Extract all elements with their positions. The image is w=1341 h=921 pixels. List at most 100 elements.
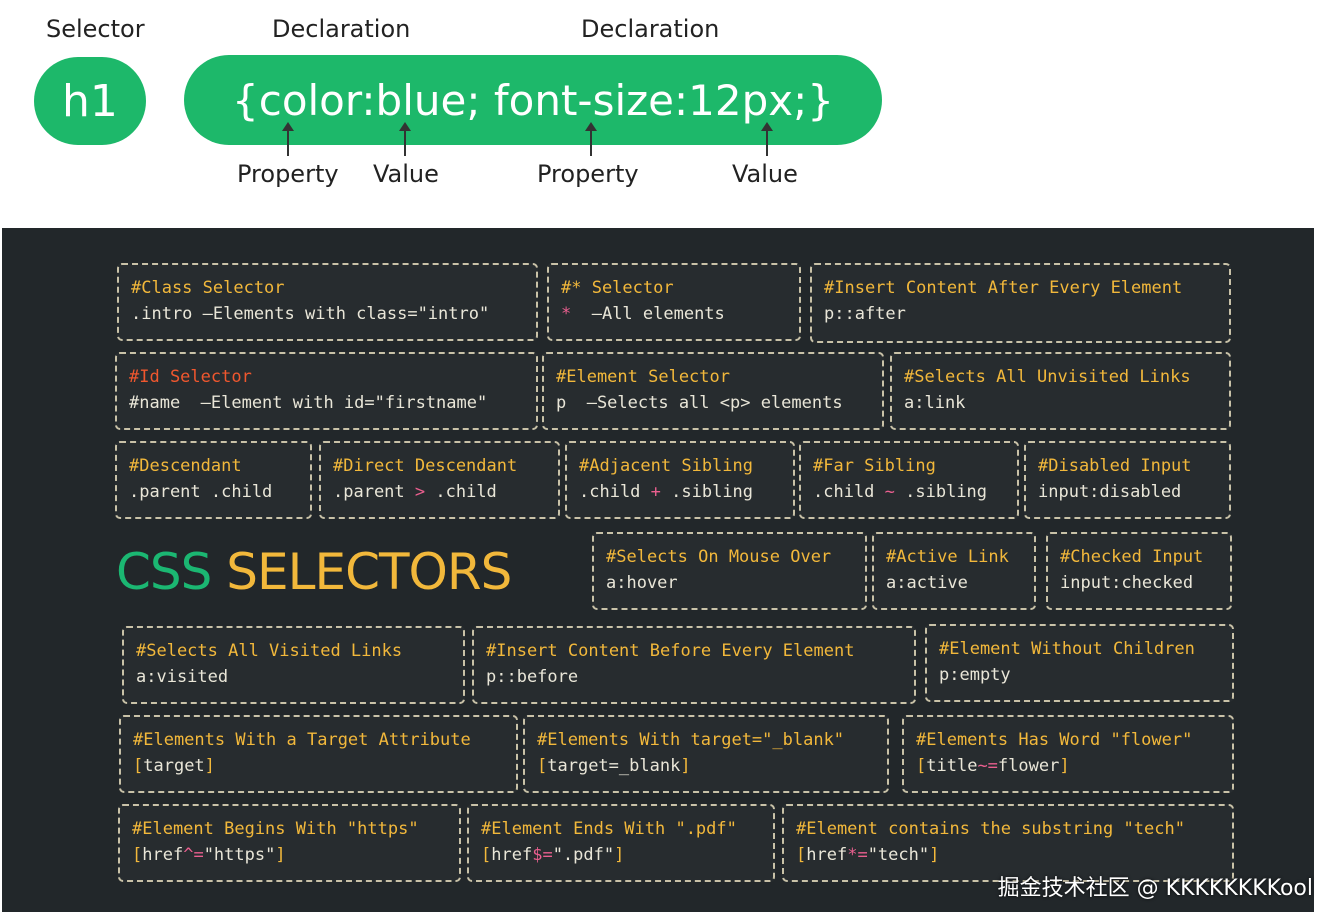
css-selectors-title: CSS SELECTORS	[116, 543, 512, 601]
card-title: #Elements With a Target Attribute	[133, 730, 471, 750]
code-text: "https"	[203, 845, 276, 865]
card-universal-selector: #* Selector * –All elements	[547, 263, 801, 341]
watermark: 掘金技术社区 @ KKKKKKKKool	[997, 876, 1313, 901]
card-code: input:disabled	[1038, 482, 1182, 502]
card-title: #Direct Descendant	[333, 456, 518, 476]
code-symbol: *=	[847, 845, 868, 865]
card-code: * –All elements	[561, 301, 787, 327]
css-selectors-cheatsheet: #Class Selector .intro –Elements with cl…	[2, 228, 1314, 912]
code-bracket: [	[537, 756, 548, 776]
value-arrow-1	[399, 122, 411, 156]
property-arrow-2	[585, 122, 597, 156]
card-title: #Elements With target="_blank"	[537, 730, 845, 750]
card-code: [href^="https"]	[132, 842, 447, 868]
code-symbol: *	[561, 304, 572, 324]
card-title: #Disabled Input	[1038, 456, 1192, 476]
card-ends-with: #Element Ends With ".pdf" [href$=".pdf"]	[467, 804, 775, 882]
card-title: #Active Link	[886, 547, 1009, 567]
code-bracket: ]	[275, 845, 286, 865]
code-bracket: ]	[1059, 756, 1070, 776]
card-descendant: #Descendant .parent .child	[115, 441, 312, 519]
card-code: [href$=".pdf"]	[481, 842, 761, 868]
card-code: [target]	[133, 753, 504, 779]
code-text: .child	[813, 482, 885, 502]
card-code: #name –Element with id="firstname"	[129, 393, 488, 413]
card-code: a:link	[904, 393, 966, 413]
card-title: #Elements Has Word "flower"	[916, 730, 1193, 750]
card-title: #Insert Content Before Every Element	[486, 641, 855, 661]
code-bracket: [	[916, 756, 927, 776]
card-code: p:empty	[939, 665, 1011, 685]
card-title: #Selects All Unvisited Links	[904, 367, 1191, 387]
code-bracket: [	[132, 845, 143, 865]
selector-label: Selector	[46, 15, 145, 43]
card-title: #* Selector	[561, 278, 674, 298]
code-text: .sibling	[660, 482, 754, 502]
card-title: #Far Sibling	[813, 456, 936, 476]
code-bracket: ]	[929, 845, 940, 865]
card-target-attribute: #Elements With a Target Attribute [targe…	[119, 715, 518, 793]
code-symbol: ^=	[183, 845, 204, 865]
code-text: href	[806, 845, 848, 865]
card-class-selector: #Class Selector .intro –Elements with cl…	[117, 263, 538, 341]
code-symbol: ~	[884, 482, 895, 502]
code-text: target=_blank	[547, 756, 681, 776]
card-code: .child + .sibling	[579, 479, 781, 505]
card-adjacent-sibling: #Adjacent Sibling .child + .sibling	[565, 441, 795, 519]
card-far-sibling: #Far Sibling .child ~ .sibling	[799, 441, 1019, 519]
card-code: p –Selects all <p> elements	[556, 393, 843, 413]
card-title: #Insert Content After Every Element	[824, 278, 1183, 298]
card-title: #Element contains the substring "tech"	[796, 819, 1185, 839]
card-active-pseudo: #Active Link a:active	[872, 532, 1036, 610]
code-text: target	[143, 756, 205, 776]
code-text: href	[142, 845, 184, 865]
card-target-blank: #Elements With target="_blank" [target=_…	[523, 715, 889, 793]
card-direct-descendant: #Direct Descendant .parent > .child	[319, 441, 560, 519]
card-code: a:hover	[606, 573, 678, 593]
card-code: [href*="tech"]	[796, 842, 1220, 868]
card-title: #Id Selector	[129, 367, 252, 387]
card-code: .parent > .child	[333, 479, 546, 505]
property-label-1: Property	[237, 160, 339, 188]
property-label-2: Property	[537, 160, 639, 188]
card-empty-pseudo: #Element Without Children p:empty	[925, 624, 1234, 702]
card-title: #Descendant	[129, 456, 242, 476]
card-code: p::after	[824, 304, 906, 324]
code-text: .sibling	[894, 482, 988, 502]
card-code: a:active	[886, 573, 968, 593]
code-text: .child	[425, 482, 497, 502]
card-title: #Checked Input	[1060, 547, 1204, 567]
card-code: a:visited	[136, 667, 229, 687]
code-text: href	[491, 845, 533, 865]
title-selectors: SELECTORS	[226, 543, 512, 601]
card-code: input:checked	[1060, 573, 1194, 593]
code-bracket: ]	[204, 756, 215, 776]
code-text: flower	[997, 756, 1060, 776]
code-text: ".pdf"	[552, 845, 615, 865]
code-bracket: [	[796, 845, 807, 865]
title-css: CSS	[116, 543, 212, 601]
card-link-pseudo: #Selects All Unvisited Links a:link	[890, 352, 1231, 430]
card-title: #Element Selector	[556, 367, 730, 387]
card-checked-pseudo: #Checked Input input:checked	[1046, 532, 1232, 610]
code-text: title	[926, 756, 978, 776]
card-title: #Element Without Children	[939, 639, 1195, 659]
value-label-2: Value	[732, 160, 798, 188]
code-bracket: ]	[680, 756, 691, 776]
card-code: [target=_blank]	[537, 753, 875, 779]
code-symbol: +	[650, 482, 661, 502]
card-title: #Class Selector	[131, 278, 285, 298]
card-disabled-input: #Disabled Input input:disabled	[1024, 441, 1231, 519]
declaration-label-1: Declaration	[272, 15, 411, 43]
card-id-selector: #Id Selector #name –Element with id="fir…	[115, 352, 538, 430]
value-arrow-2	[761, 122, 773, 156]
card-word-match: #Elements Has Word "flower" [title~=flow…	[902, 715, 1234, 793]
code-text: .child	[579, 482, 651, 502]
card-begins-with: #Element Begins With "https" [href^="htt…	[118, 804, 461, 882]
card-code: .child ~ .sibling	[813, 479, 1005, 505]
card-before-pseudo: #Insert Content Before Every Element p::…	[472, 626, 916, 704]
code-bracket: [	[481, 845, 492, 865]
code-symbol: ~=	[977, 756, 998, 776]
value-label-1: Value	[373, 160, 439, 188]
declaration-label-2: Declaration	[581, 15, 720, 43]
